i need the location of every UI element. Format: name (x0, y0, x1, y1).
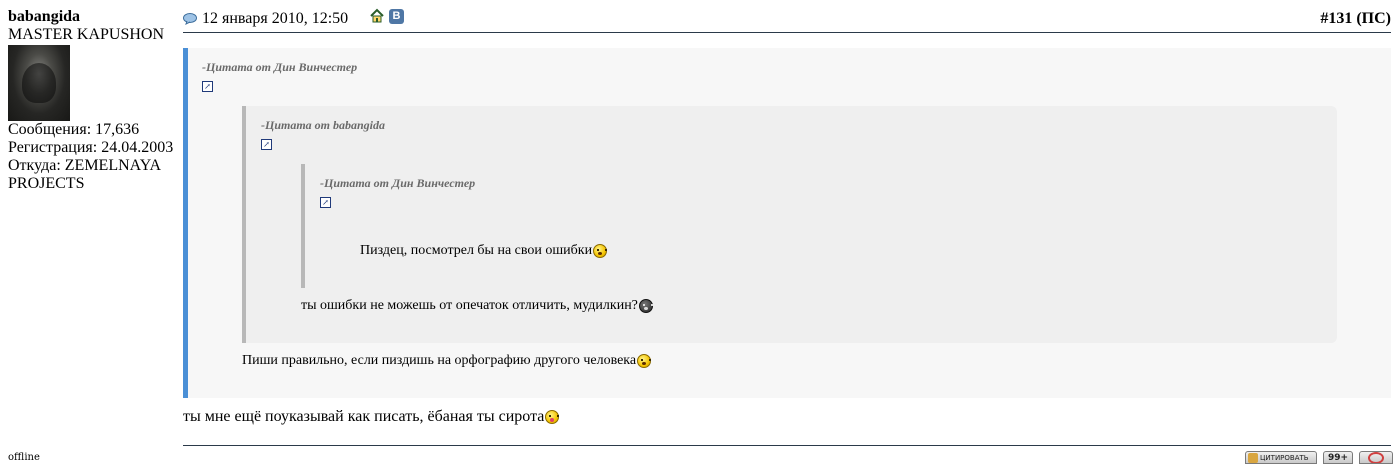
post-number-value[interactable]: #131 (1320, 10, 1352, 27)
quote-outer-link-icon[interactable]: ↗ (202, 81, 213, 92)
home-icon[interactable] (369, 8, 385, 24)
user-location: Откуда: ZEMELNAYA (8, 157, 162, 174)
quote-outer-text-row: Пиши правильно, если пиздишь на орфограф… (242, 353, 652, 369)
post-number-suffix: (ПС) (1356, 10, 1391, 27)
user-registration-date: Регистрация: 24.04.2003 (8, 139, 174, 156)
quote-middle-text-row: ты ошибки не можешь от опечаток отличить… (301, 298, 653, 314)
username[interactable]: babangida (8, 8, 180, 26)
quote-icon (1248, 452, 1258, 463)
post-message: ты мне ещё поуказывай как писать, ёбаная… (183, 408, 560, 426)
dark-smiley-icon (638, 299, 653, 313)
quote-middle-title: -Цитата от babangida (261, 118, 386, 132)
post-bubble-icon (183, 13, 197, 25)
post-date: 12 января 2010, 12:50 (202, 10, 349, 27)
user-title: MASTER KAPUSHON (8, 26, 165, 43)
user-online-status: offline (8, 452, 40, 463)
quote-inner-link-icon[interactable]: ↗ (320, 197, 331, 208)
shocked-smiley-icon (593, 244, 608, 258)
quote-button-label: ЦИТИРОВАТЬ (1260, 453, 1309, 462)
user-post-count: Сообщения: 17,636 (8, 121, 140, 138)
reply-icon (1368, 452, 1384, 463)
avatar[interactable] (8, 45, 70, 121)
post-number[interactable]: #131 (ПС) (1320, 10, 1391, 28)
post-date-row: 12 января 2010, 12:50 (183, 10, 348, 28)
quote-button[interactable]: ЦИТИРОВАТЬ (1245, 451, 1317, 464)
tongue-smiley-icon (545, 410, 560, 424)
post-header: 12 января 2010, 12:50 В #131 (ПС) (183, 8, 1391, 33)
user-location-continued: PROJECTS (8, 175, 85, 192)
reply-button[interactable] (1359, 451, 1393, 464)
post-message-text: ты мне ещё поуказывай как писать, ёбаная… (183, 408, 545, 425)
vk-share-icon[interactable]: В (389, 9, 404, 24)
quote-inner-text: Пиздец, посмотрел бы на свои ошибки (360, 243, 593, 258)
quote-inner-title: -Цитата от Дин Винчестер (320, 176, 476, 190)
post-footer-divider (183, 445, 1391, 446)
quote-middle-link-icon[interactable]: ↗ (261, 139, 272, 150)
user-info: babangida MASTER KAPUSHON Сообщения: 17,… (8, 8, 180, 193)
quote-outer-title: -Цитата от Дин Винчестер (202, 60, 358, 74)
shocked-smiley-icon (637, 354, 652, 368)
quote-middle-text: ты ошибки не можешь от опечаток отличить… (301, 298, 638, 313)
multiquote-button[interactable]: 99+ (1323, 451, 1353, 464)
multiquote-button-label: 99+ (1327, 452, 1349, 463)
quote-inner-text-row: Пиздец, посмотрел бы на свои ошибки (360, 243, 608, 259)
quote-outer-text: Пиши правильно, если пиздишь на орфограф… (242, 353, 637, 368)
